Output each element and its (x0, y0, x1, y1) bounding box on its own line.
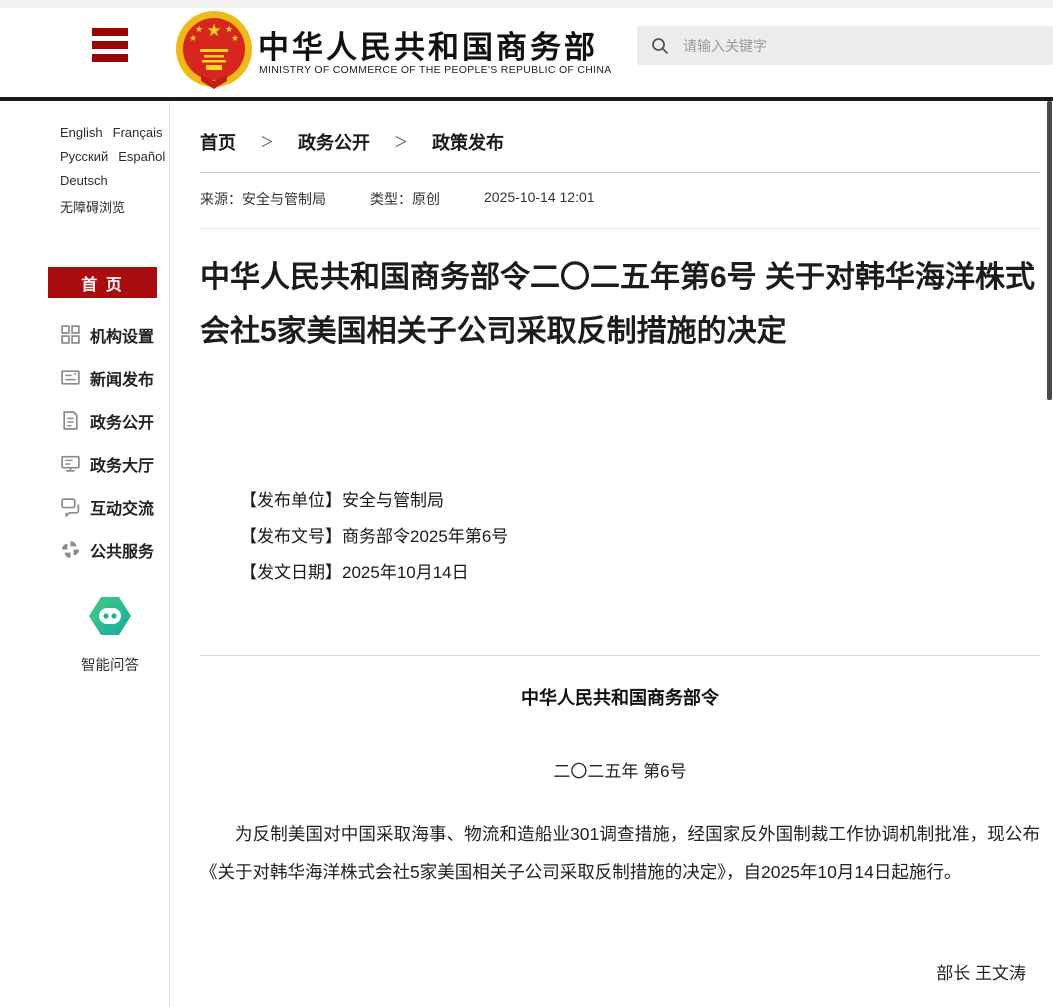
breadcrumb-policy-release[interactable]: 政策发布 (432, 129, 504, 155)
pub-date: 【发文日期】2025年10月14日 (240, 555, 508, 591)
article-title: 中华人民共和国商务部令二〇二五年第6号 关于对韩华海洋株式会社5家美国相关子公司… (200, 251, 1040, 359)
pub-unit: 【发布单位】安全与管制局 (240, 483, 508, 519)
lang-russian[interactable]: Русский (60, 149, 108, 164)
sidebar-item-gov-info[interactable]: 政务公开 (60, 399, 154, 442)
robot-qa-icon (86, 595, 134, 637)
site-subtitle: MINISTRY OF COMMERCE OF THE PEOPLE'S REP… (259, 64, 612, 76)
national-emblem-logo: ★ ★ ★ ★ ★ (172, 9, 256, 98)
divider (200, 655, 1040, 656)
public-service-icon (60, 539, 81, 560)
lang-espanol[interactable]: Español (118, 149, 165, 164)
org-grid-icon (60, 324, 81, 345)
lang-deutsch[interactable]: Deutsch (60, 173, 108, 188)
decree-paragraph: 为反制美国对中国采取海事、物流和造船业301调查措施，经国家反外国制裁工作协调机… (200, 815, 1040, 891)
article-datetime: 2025-10-14 12:01 (484, 189, 595, 209)
decree-title: 中华人民共和国商务部令 (200, 684, 1040, 710)
svg-text:★: ★ (231, 33, 239, 43)
chevron-right-icon: ＞ (394, 132, 408, 152)
minister-signature: 部长 王文涛 (936, 959, 1026, 984)
svg-text:★: ★ (206, 21, 221, 40)
sidebar-item-label: 公共服务 (90, 538, 154, 562)
svg-text:★: ★ (189, 33, 197, 43)
divider (200, 172, 1040, 173)
search-box[interactable] (637, 26, 1053, 65)
language-links: English Français Русский Español Deutsch… (60, 125, 168, 225)
decree-number: 二〇二五年 第6号 (200, 757, 1040, 782)
site-title: 中华人民共和国商务部 (258, 22, 598, 67)
emblem-icon: ★ ★ ★ ★ ★ (172, 9, 256, 93)
sidebar-item-org[interactable]: 机构设置 (60, 313, 154, 356)
article-type: 类型：原创 (370, 189, 440, 209)
sidebar: English Français Русский Español Deutsch… (0, 101, 170, 1007)
pub-number: 【发布文号】商务部令2025年第6号 (240, 519, 508, 555)
lang-english[interactable]: English (60, 125, 103, 140)
sidebar-item-service-hall[interactable]: 政务大厅 (60, 442, 154, 485)
sidebar-home-button[interactable]: 首 页 (48, 267, 157, 298)
document-icon (60, 410, 81, 431)
sidebar-item-label: 政务大厅 (90, 452, 154, 476)
news-icon (60, 367, 81, 388)
sidebar-item-label: 政务公开 (90, 409, 154, 433)
breadcrumb-gov-info[interactable]: 政务公开 (298, 129, 370, 155)
sidebar-item-news[interactable]: 新闻发布 (60, 356, 154, 399)
sidebar-item-interaction[interactable]: 互动交流 (60, 485, 154, 528)
sidebar-item-public-service[interactable]: 公共服务 (60, 528, 154, 571)
breadcrumb-home[interactable]: 首页 (200, 129, 236, 155)
sidebar-item-label: 新闻发布 (90, 366, 154, 390)
publication-details: 【发布单位】安全与管制局 【发布文号】商务部令2025年第6号 【发文日期】20… (240, 483, 508, 591)
article-source: 来源：安全与管制局 (200, 189, 326, 209)
sidebar-item-label: 互动交流 (90, 495, 154, 519)
breadcrumb: 首页 ＞ 政务公开 ＞ 政策发布 (200, 129, 504, 155)
lang-francais[interactable]: Français (113, 125, 163, 140)
chevron-right-icon: ＞ (260, 132, 274, 152)
scrollbar-thumb[interactable] (1047, 101, 1052, 400)
top-edge-strip (0, 0, 1053, 8)
hamburger-menu-icon[interactable] (92, 28, 128, 62)
service-hall-icon (60, 453, 81, 474)
divider (200, 228, 1040, 229)
article-meta: 来源：安全与管制局 类型：原创 2025-10-14 12:01 (200, 189, 595, 209)
search-input[interactable] (683, 38, 1023, 54)
main-content: 首页 ＞ 政务公开 ＞ 政策发布 来源：安全与管制局 类型：原创 2025-10… (200, 101, 1040, 1007)
sidebar-item-label: 机构设置 (90, 323, 154, 347)
smart-qa-label: 智能问答 (40, 654, 180, 675)
site-header: ★ ★ ★ ★ ★ 中华人民共和国商务部 MINISTRY OF COMMERC… (0, 8, 1053, 97)
sidebar-nav: 机构设置 新闻发布 政务公开 (60, 313, 154, 571)
search-icon (651, 37, 669, 55)
lang-accessibility[interactable]: 无障碍浏览 (60, 197, 125, 216)
chat-icon (60, 496, 81, 517)
smart-qa-widget[interactable]: 智能问答 (40, 595, 180, 675)
